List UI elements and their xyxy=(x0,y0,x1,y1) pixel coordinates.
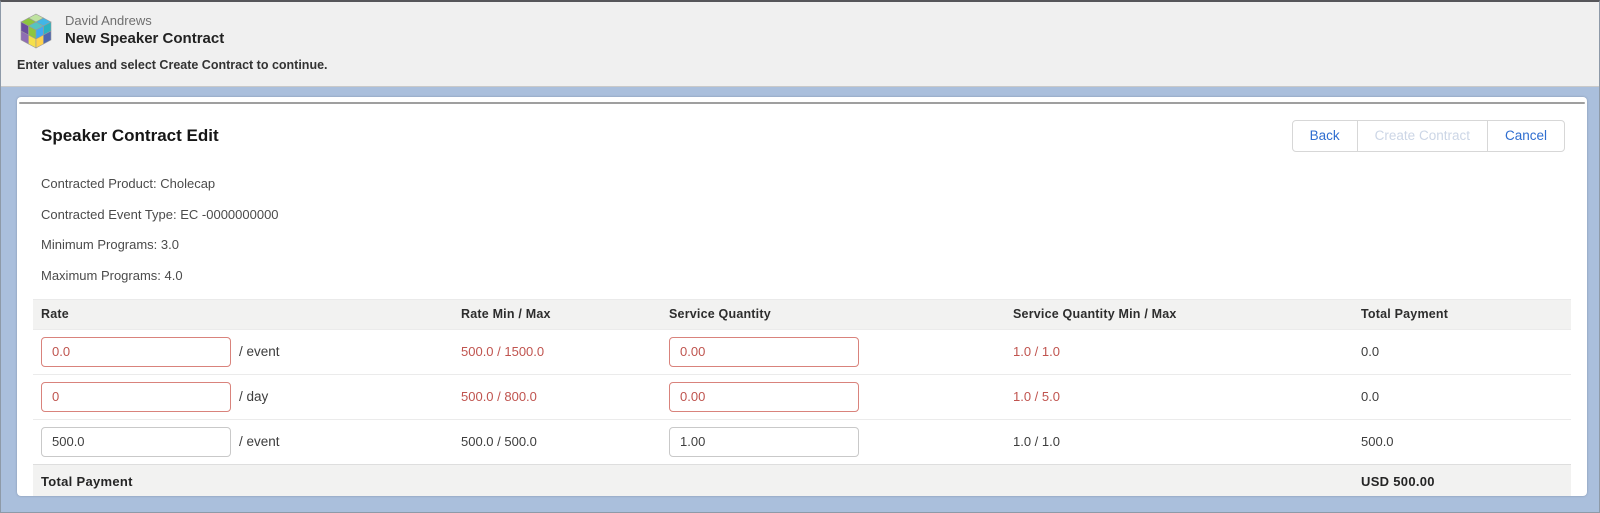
header-rate: Rate xyxy=(41,307,461,321)
rate-input[interactable] xyxy=(41,337,231,367)
rates-table: Rate Rate Min / Max Service Quantity Ser… xyxy=(33,299,1571,497)
service-quantity-input[interactable] xyxy=(669,337,859,367)
app-header: David Andrews New Speaker Contract Enter… xyxy=(1,2,1599,87)
total-payment-amount: USD 500.00 xyxy=(1361,474,1563,489)
service-quantity-input[interactable] xyxy=(669,382,859,412)
header-rate-min-max: Rate Min / Max xyxy=(461,307,669,321)
rate-unit-label: / day xyxy=(239,389,268,404)
rates-table-header: Rate Rate Min / Max Service Quantity Ser… xyxy=(33,299,1571,329)
rate-input[interactable] xyxy=(41,427,231,457)
action-button-group: Back Create Contract Cancel xyxy=(1292,120,1565,152)
create-contract-button[interactable]: Create Contract xyxy=(1357,120,1488,152)
back-button[interactable]: Back xyxy=(1292,120,1358,152)
rate-min-max-value: 500.0 / 500.0 xyxy=(461,434,669,449)
service-quantity-min-max-value: 1.0 / 1.0 xyxy=(1013,344,1361,359)
speaker-contract-edit-panel: Speaker Contract Edit Back Create Contra… xyxy=(17,97,1587,496)
contracted-product-line: Contracted Product: Cholecap xyxy=(41,176,1563,191)
panel-title: Speaker Contract Edit xyxy=(41,126,219,146)
app-logo-cube-icon xyxy=(17,11,55,51)
contracted-event-type-line: Contracted Event Type: EC -0000000000 xyxy=(41,207,1563,222)
contract-details: Contracted Product: Cholecap Contracted … xyxy=(17,162,1587,295)
rate-row: / event 500.0 / 500.0 1.0 / 1.0 500.0 xyxy=(33,419,1571,464)
row-total-payment-value: 0.0 xyxy=(1361,389,1563,404)
header-total-payment: Total Payment xyxy=(1361,307,1563,321)
header-service-quantity-min-max: Service Quantity Min / Max xyxy=(1013,307,1361,321)
window: David Andrews New Speaker Contract Enter… xyxy=(0,0,1600,513)
service-quantity-min-max-value: 1.0 / 1.0 xyxy=(1013,434,1361,449)
rate-input[interactable] xyxy=(41,382,231,412)
total-payment-label: Total Payment xyxy=(41,474,461,489)
total-payment-footer: Total Payment USD 500.00 xyxy=(33,464,1571,497)
header-service-quantity: Service Quantity xyxy=(669,307,1013,321)
service-quantity-min-max-value: 1.0 / 5.0 xyxy=(1013,389,1361,404)
rate-row: / day 500.0 / 800.0 1.0 / 5.0 0.0 xyxy=(33,374,1571,419)
service-quantity-input[interactable] xyxy=(669,427,859,457)
row-total-payment-value: 500.0 xyxy=(1361,434,1563,449)
rate-unit-label: / event xyxy=(239,434,280,449)
rate-row: / event 500.0 / 1500.0 1.0 / 1.0 0.0 xyxy=(33,329,1571,374)
instruction-text: Enter values and select Create Contract … xyxy=(17,58,1583,72)
maximum-programs-line: Maximum Programs: 4.0 xyxy=(41,268,1563,283)
header-user-name: David Andrews xyxy=(65,12,224,29)
minimum-programs-line: Minimum Programs: 3.0 xyxy=(41,237,1563,252)
rate-min-max-value: 500.0 / 1500.0 xyxy=(461,344,669,359)
rate-unit-label: / event xyxy=(239,344,280,359)
rate-min-max-value: 500.0 / 800.0 xyxy=(461,389,669,404)
page-title: New Speaker Contract xyxy=(65,29,224,48)
row-total-payment-value: 0.0 xyxy=(1361,344,1563,359)
cancel-button[interactable]: Cancel xyxy=(1487,120,1565,152)
